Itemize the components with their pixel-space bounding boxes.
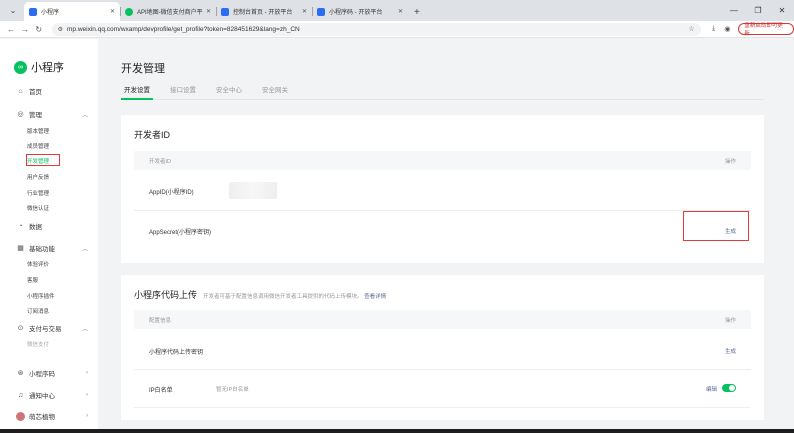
openplatform-favicon-icon — [221, 7, 229, 16]
bookmark-star-icon[interactable]: ☆ — [688, 25, 694, 33]
chevron-up-icon: ︿ — [81, 112, 88, 119]
ip-whitelist-toggle[interactable] — [722, 384, 736, 392]
close-icon[interactable]: ✕ — [398, 8, 403, 15]
page-title: 开发管理 — [121, 63, 165, 75]
view-details-link[interactable]: 查看详情 — [364, 294, 386, 300]
developer-id-table-header: 开发者ID 操作 — [134, 151, 751, 170]
tab-security-gateway[interactable]: 安全网关 — [259, 84, 291, 99]
code-upload-card: 小程序代码上传 开发者可基于配置信息调用微信开发者工具提供的代码上传模块。 查看… — [121, 275, 764, 420]
minimize-icon[interactable]: — — [722, 0, 746, 21]
forward-icon[interactable]: → — [18, 25, 32, 34]
avatar — [16, 411, 25, 421]
code-upload-title-row: 小程序代码上传 开发者可基于配置信息调用微信开发者工具提供的代码上传模块。 查看… — [134, 288, 386, 301]
wechatpay-favicon-icon — [125, 7, 133, 16]
sidebar-item-home[interactable]: ⌂ 首页 — [16, 86, 88, 97]
sidebar-sub-version[interactable]: 版本管理 — [27, 127, 49, 135]
tab-dev-settings[interactable]: 开发设置 — [121, 84, 153, 100]
sidebar-sub-industry[interactable]: 行业管理 — [27, 189, 49, 197]
sidebar-sub-plugin[interactable]: 小程序插件 — [27, 292, 55, 300]
tab-security-center[interactable]: 安全中心 — [213, 84, 245, 99]
table-row-appid: AppID(小程序ID) — [134, 170, 751, 211]
page-tabs: 开发设置 接口设置 安全中心 安全网关 — [121, 84, 764, 100]
manage-icon: ◎ — [17, 111, 24, 118]
chevron-up-icon: ︿ — [81, 326, 88, 333]
openplatform-favicon-icon — [317, 7, 325, 16]
data-icon: ◔ — [18, 222, 23, 230]
table-row-appsecret: AppSecret(小程序密钥) 生成 — [149, 229, 736, 236]
close-icon[interactable]: ✕ — [302, 8, 307, 15]
miniprogram-favicon-icon — [29, 7, 37, 16]
close-icon[interactable]: ✕ — [110, 8, 115, 15]
appid-value-redacted — [229, 182, 277, 199]
chevron-up-icon: ︿ — [81, 246, 88, 253]
sidebar-item-basic[interactable]: ▦ 基础功能 ︿ — [16, 243, 88, 253]
back-icon[interactable]: ← — [4, 25, 18, 34]
window-controls: — ❐ ✕ — [722, 0, 794, 21]
reload-icon[interactable]: ↻ — [32, 25, 46, 34]
table-row-ip-whitelist: IP白名单 暂无IP白名单 编辑 — [134, 370, 751, 408]
update-button[interactable]: 重新启动即可更新 — [738, 23, 794, 37]
browser-tab-1[interactable]: 小程序 ✕ — [24, 2, 120, 21]
url-text: mp.weixin.qq.com/wxamp/devprofile/get_pr… — [67, 25, 300, 33]
os-taskbar — [0, 429, 794, 433]
edit-ip-whitelist-link[interactable]: 编辑 — [706, 385, 717, 393]
sidebar-item-qrcode[interactable]: ⊛ 小程序码 › — [16, 368, 88, 378]
sidebar-item-manage[interactable]: ◎ 管理 ︿ — [16, 109, 88, 119]
grid-icon: ▦ — [17, 245, 24, 252]
close-icon[interactable]: ✕ — [206, 8, 211, 15]
profile-icon[interactable]: ◉ — [721, 25, 735, 33]
code-upload-desc: 开发者可基于配置信息调用微信开发者工具提供的代码上传模块。 — [203, 294, 363, 300]
browser-tab-4[interactable]: 小程序码 - 开放平台 ✕ — [312, 2, 408, 21]
highlight-box-dev-manage — [26, 154, 60, 166]
download-icon[interactable]: ⤓ — [707, 25, 721, 33]
close-window-icon[interactable]: ✕ — [770, 0, 794, 21]
chevron-right-icon: › — [86, 370, 88, 376]
sidebar-sub-subscribe[interactable]: 订阅消息 — [27, 307, 49, 315]
browser-tab-2[interactable]: API地图-微信支付商户平台 ✕ — [120, 2, 216, 21]
developer-id-title: 开发者ID — [134, 130, 171, 140]
browser-tab-3[interactable]: 控制台首页 - 开放平台 ✕ — [216, 2, 312, 21]
chevron-right-icon: › — [86, 413, 88, 419]
sidebar-sub-service[interactable]: 客服 — [27, 276, 38, 284]
sidebar-item-notify[interactable]: ♫ 通知中心 › — [16, 390, 88, 401]
sidebar-item-account[interactable]: 萌芯植物 › — [16, 411, 88, 421]
tab-search-icon[interactable]: ⌄ — [4, 1, 22, 19]
sidebar-sub-feedback[interactable]: 用户反馈 — [27, 173, 49, 181]
bell-icon: ♫ — [17, 391, 24, 399]
logo[interactable]: ∞ 小程序 — [14, 59, 64, 75]
chevron-right-icon: › — [86, 392, 88, 398]
sidebar-item-data[interactable]: ◔ 数据 — [16, 221, 88, 232]
miniprogram-logo-icon: ∞ — [14, 60, 27, 74]
sidebar-sub-experience[interactable]: 体验评价 — [27, 260, 49, 268]
generate-upload-key-link[interactable]: 生成 — [725, 347, 736, 355]
sidebar-sub-wechatpay[interactable]: 微信支付 — [27, 340, 49, 348]
qrcode-icon: ⊛ — [17, 370, 24, 377]
site-info-icon[interactable]: ⚙ — [58, 26, 63, 33]
developer-id-card: 开发者ID 开发者ID 操作 AppID(小程序ID) AppSecret(小程… — [121, 115, 764, 263]
address-bar[interactable]: ⚙ mp.weixin.qq.com/wxamp/devprofile/get_… — [51, 22, 701, 36]
new-tab-button[interactable]: + — [414, 7, 420, 18]
restore-icon[interactable]: ❐ — [746, 0, 770, 21]
sidebar-item-pay[interactable]: ⊙ 支付与交易 ︿ — [16, 323, 88, 333]
pay-icon: ⊙ — [17, 325, 24, 332]
sidebar-sub-members[interactable]: 成员管理 — [27, 142, 49, 150]
home-icon: ⌂ — [18, 87, 23, 95]
browser-toolbar: ← → ↻ ⚙ mp.weixin.qq.com/wxamp/devprofil… — [0, 21, 794, 38]
sidebar-sub-verify[interactable]: 微信认证 — [27, 204, 49, 212]
highlight-box-generate — [683, 211, 749, 241]
code-upload-title: 小程序代码上传 — [134, 290, 198, 300]
sidebar: ∞ 小程序 ⌂ 首页 ◎ 管理 ︿ 版本管理 成员管理 开发管理 用户反馈 行业… — [0, 39, 98, 429]
browser-tab-bar: ⌄ 小程序 ✕ API地图-微信支付商户平台 ✕ 控制台首页 - 开放平台 ✕ … — [0, 0, 794, 21]
tab-api-settings[interactable]: 接口设置 — [167, 84, 199, 99]
code-upload-table-header: 配置信息 操作 — [134, 310, 751, 329]
table-row-upload-key: 小程序代码上传密钥 生成 — [134, 329, 751, 370]
